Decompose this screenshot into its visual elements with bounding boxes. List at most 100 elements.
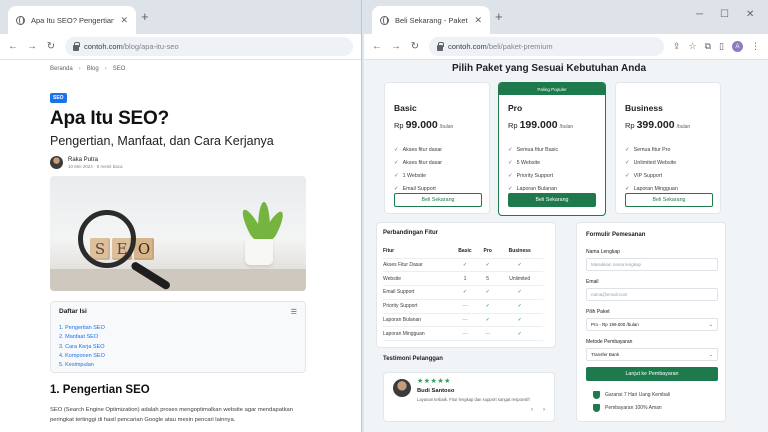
breadcrumb-home[interactable]: Beranda [50, 66, 73, 72]
close-icon[interactable]: ✕ [120, 15, 128, 26]
feature-item: ✓ 5 Website [508, 157, 558, 170]
lock-shield-icon [593, 404, 600, 412]
plan-price: Rp 199.000/bulan [508, 119, 574, 131]
page-subtitle: Pengertian, Manfaat, dan Cara Kerjanya [50, 134, 274, 148]
popular-badge: Paling Populer [499, 83, 605, 95]
buy-button-business[interactable]: Beli Sekarang [625, 193, 713, 207]
chevron-right-icon[interactable]: › [543, 407, 545, 413]
letter-cube: O [134, 238, 154, 260]
table-row: Website 1 5 Unlimited [383, 271, 543, 287]
feature-item: ✓ VIP Support [625, 170, 678, 183]
table-row: Priority Support — ✓ ✓ [383, 299, 543, 314]
magnifier-lens [78, 210, 136, 268]
table-row: Akses Fitur Dasar ✓ ✓ ✓ [383, 258, 543, 273]
toc-item[interactable]: 2. Manfaat SEO [59, 333, 297, 342]
new-tab-button[interactable]: + [495, 10, 503, 23]
back-arrow-icon[interactable]: ← [372, 41, 382, 52]
breadcrumb-current: SEO [112, 66, 126, 72]
breadcrumb-separator: › [78, 66, 81, 72]
feature-item: ✓ Semua fitur Basic [508, 144, 558, 157]
list-icon[interactable]: ☰ [291, 308, 297, 316]
plant-pot [245, 239, 273, 265]
url-host: contoh.com [84, 42, 123, 51]
shield-icon [593, 391, 600, 399]
forward-arrow-icon[interactable]: → [391, 41, 401, 52]
toc-item[interactable]: 5. Kesimpulan [59, 361, 297, 370]
forward-arrow-icon[interactable]: → [27, 41, 37, 52]
table-header-row: Fitur Basic Pro Business [383, 245, 543, 259]
check-icon: ✓ [508, 147, 513, 153]
author-name: Raka Putra [68, 156, 99, 163]
email-input[interactable]: nama@email.com [586, 288, 718, 301]
breadcrumb-blog[interactable]: Blog [87, 66, 99, 72]
star-icon[interactable]: ☆ [689, 41, 697, 52]
new-tab-button[interactable]: + [141, 10, 149, 23]
plan-price: Rp 399.000/bulan [625, 119, 691, 131]
form-title: Formulir Pemesanan [586, 232, 646, 238]
tab-article[interactable]: Apa Itu SEO? Pengertian, Manfaat, dan C … [8, 6, 136, 34]
continue-to-payment-button[interactable]: Lanjut ke Pembayaran [586, 367, 718, 381]
breadcrumb: Beranda › Blog › SEO [50, 66, 306, 72]
testimonial-name: Budi Santoso [417, 388, 455, 394]
feature-item: ✓ Akses fitur dasar [394, 144, 442, 157]
sidepanel-icon[interactable]: ▯ [719, 41, 724, 52]
toc-item[interactable]: 1. Pengertian SEO [59, 324, 297, 333]
breadcrumb-separator: › [104, 66, 107, 72]
minimize-icon[interactable]: ─ [696, 9, 703, 20]
check-icon: ✓ [625, 147, 630, 153]
author-avatar [50, 156, 63, 169]
toc-item[interactable]: 3. Cara Kerja SEO [59, 343, 297, 352]
maximize-icon[interactable]: ☐ [720, 9, 729, 20]
checkout-page: Pilih Paket yang Sesuai Kebutuhan Anda B… [364, 60, 768, 432]
toolbar-icons: ⇪ ☆ ⧉ ▯ A ⋮ [673, 41, 760, 52]
guarantee-item: Garansi 7 Hari Uang Kembali [593, 391, 670, 399]
plan-card-business: Business Rp 399.000/bulan ✓ Semua fitur Pr… [615, 82, 721, 214]
testimonial-avatar [393, 379, 411, 397]
extensions-icon[interactable]: ⧉ [705, 41, 711, 52]
plan-select[interactable]: Pro - Rp 199.000 /bulan ⌄ [586, 318, 718, 331]
address-bar[interactable]: contoh.com/beli/paket-premium [429, 37, 664, 56]
feature-item: ✓ Akses fitur dasar [394, 157, 442, 170]
name-input[interactable]: Masukkan nama lengkap [586, 258, 718, 271]
tab-checkout[interactable]: Beli Sekarang - Paket Premium ✕ [372, 6, 490, 34]
table-of-contents: Daftar Isi ☰ 1. Pengertian SEO 2. Manfaa… [50, 301, 306, 373]
table-row: Laporan Bulanan — ✓ ✓ [383, 313, 543, 328]
payment-method-select[interactable]: Transfer Bank ⌄ [586, 348, 718, 361]
back-arrow-icon[interactable]: ← [8, 41, 18, 52]
plan-card-pro: Paling Populer Pro Rp 199.000/bulan ✓ Semu… [498, 82, 606, 216]
chevron-left-icon[interactable]: ‹ [531, 407, 533, 413]
browser-window-right: Beli Sekarang - Paket Premium ✕ + ─ ☐ ✕ … [364, 0, 768, 432]
email-label: Email [586, 279, 599, 285]
chevron-down-icon: ⌄ [708, 351, 713, 358]
close-icon[interactable]: ✕ [474, 15, 482, 26]
plan-select-label: Pilih Paket [586, 309, 610, 315]
check-icon: ✓ [508, 173, 513, 179]
globe-icon [380, 15, 389, 25]
category-badge[interactable]: SEO [50, 93, 67, 103]
section-heading: 1. Pengertian SEO [50, 384, 150, 396]
buy-button-basic[interactable]: Beli Sekarang [394, 193, 482, 207]
order-form: Formulir Pemesanan Nama Lengkap Masukkan… [576, 222, 726, 422]
paragraph: SEO (Search Engine Optimization) adalah … [50, 407, 293, 423]
reload-icon[interactable]: ↻ [410, 41, 420, 52]
tab-title: Beli Sekarang - Paket Premium [395, 15, 468, 25]
reload-icon[interactable]: ↻ [46, 41, 56, 52]
share-icon[interactable]: ⇪ [673, 41, 681, 52]
plan-name: Basic [394, 103, 417, 113]
hero-image: S E O [50, 176, 306, 291]
url-path: /beli/paket-premium [486, 42, 553, 51]
plan-select-value: Pro - Rp 199.000 /bulan [591, 322, 639, 327]
hero-table [50, 269, 306, 291]
author-meta: 10 Mei 2024 · 8 menit baca [68, 163, 123, 169]
menu-dots-icon[interactable]: ⋮ [751, 41, 760, 52]
testimonial-text: Layanan terbaik. Fitur lengkap dan suppo… [417, 397, 530, 402]
buy-button-pro[interactable]: Beli Sekarang [508, 193, 596, 207]
rating-stars: ★★★★★ [417, 378, 451, 385]
check-icon: ✓ [394, 147, 399, 153]
profile-avatar[interactable]: A [732, 41, 743, 52]
window-close-icon[interactable]: ✕ [746, 9, 754, 20]
guarantee-item: Pembayaran 100% Aman [593, 404, 662, 412]
address-bar[interactable]: contoh.com/blog/apa-itu-seo [65, 37, 353, 56]
page-title: Pilih Paket yang Sesuai Kebutuhan Anda [451, 63, 647, 74]
toc-item[interactable]: 4. Komponen SEO [59, 352, 297, 361]
